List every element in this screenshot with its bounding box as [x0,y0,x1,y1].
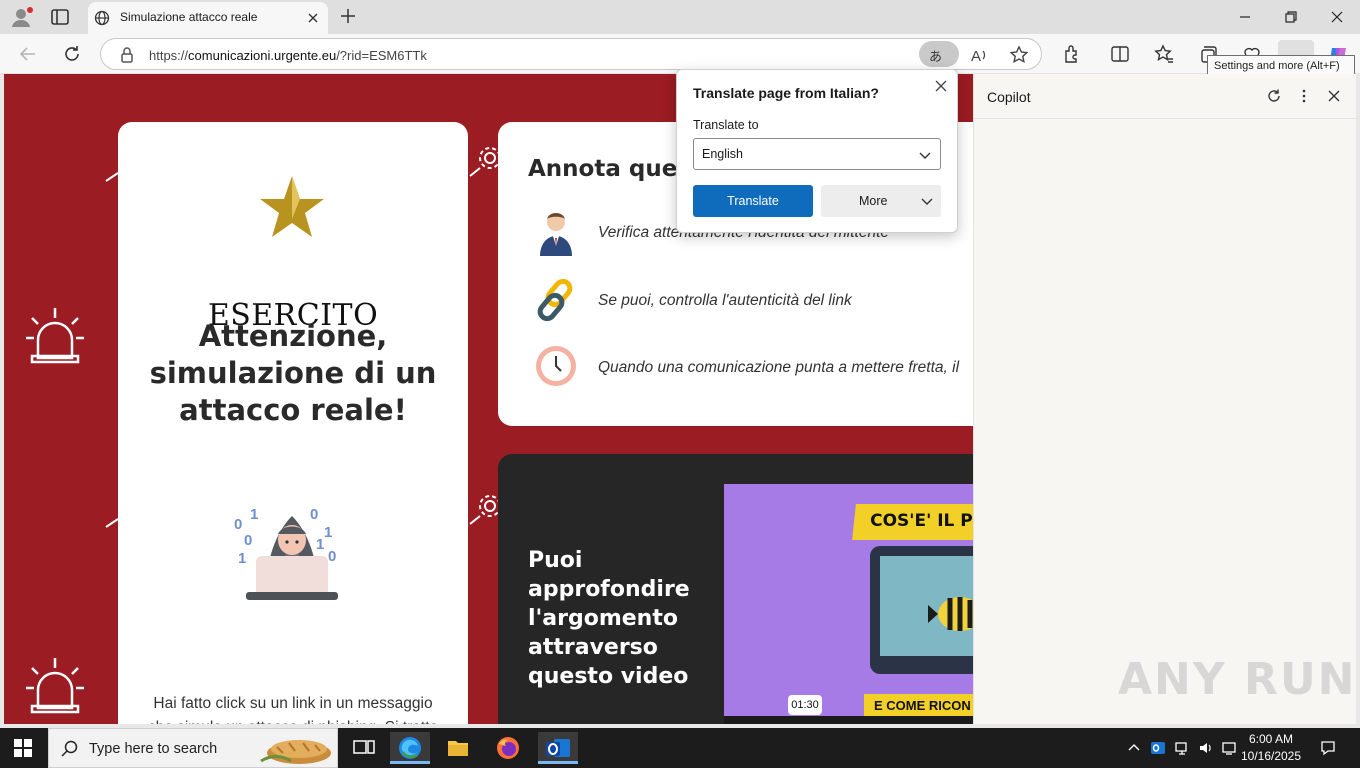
clock-time: 6:00 AM [1248,732,1294,746]
address-bar[interactable]: https://comunicazioni.urgente.eu/?rid=ES… [100,38,1042,70]
tip-text: Quando una comunicazione punta a mettere… [598,359,960,376]
video-controls [724,716,973,724]
tip-text: Se puoi, controlla l'autenticità del lin… [598,292,852,309]
more-button[interactable]: More [821,185,941,217]
binary-digit: 1 [238,550,247,567]
chevron-down-icon [918,148,932,162]
tab-title: Simulazione attacco reale [120,10,258,24]
extensions-icon[interactable] [1060,42,1084,66]
windows-start-icon[interactable] [14,739,32,757]
back-icon[interactable] [16,42,40,66]
outlook-icon[interactable] [538,732,578,764]
video-thumbnail[interactable]: COS'E' IL PH E COME RICON [724,484,973,724]
tab-bar: Simulazione attacco reale [0,0,1360,34]
binary-digit: 1 [250,506,259,523]
alert-title: Attenzione, simulazione di un attacco re… [149,319,437,427]
refresh-icon[interactable] [60,42,84,66]
close-icon[interactable] [933,78,949,94]
favorites-icon[interactable] [1152,42,1176,66]
video-duration: 01:30 [788,695,822,715]
browser-tab[interactable]: Simulazione attacco reale [88,2,328,34]
task-view-icon[interactable] [344,732,384,764]
minimize-icon[interactable] [1236,8,1254,26]
taskbar: Type here to search 6:00 AM 10/16/2025 [0,728,1360,768]
refresh-icon[interactable] [1266,88,1282,104]
bread-illustration-icon [257,731,337,767]
translate-icon[interactable]: あ [919,41,959,67]
language-select[interactable]: English [693,138,941,170]
profile-icon[interactable] [10,6,34,28]
close-tab-icon[interactable] [306,11,320,25]
copilot-header: Copilot [974,74,1357,119]
clock-date: 10/16/2025 [1240,749,1302,763]
video-card: Puoi approfondire l'argomento attraverso… [498,454,973,724]
translate-button[interactable]: Translate [693,185,813,217]
firefox-icon[interactable] [488,732,528,764]
translate-popup-title: Translate page from Italian? [693,85,879,101]
outlook-tray-icon[interactable] [1150,740,1166,756]
alert-card: ESERCITO Attenzione, simulazione di un a… [118,122,468,724]
url-text[interactable]: https://comunicazioni.urgente.eu/?rid=ES… [149,48,427,63]
clock-icon [532,342,580,390]
chevron-down-icon [921,195,933,207]
binary-digit: 0 [234,516,243,533]
video-banner: COS'E' IL PH [852,504,973,540]
chevron-up-icon[interactable] [1126,740,1142,756]
edge-taskbar-icon[interactable] [390,732,430,764]
file-explorer-icon[interactable] [438,732,478,764]
search-icon [61,740,79,758]
binary-digit: 0 [244,532,253,549]
video-banner: E COME RICON [864,694,973,718]
watermark: ANY RUN [1118,654,1357,705]
selected-language: English [702,147,743,161]
binary-digit: 0 [310,506,319,523]
split-screen-icon[interactable] [1108,42,1132,66]
binary-digit: 1 [324,524,333,541]
favorite-star-icon[interactable] [1007,43,1031,67]
browser-toolbar: https://comunicazioni.urgente.eu/?rid=ES… [0,34,1360,74]
chain-link-icon [532,276,580,324]
explanation-text: Hai fatto click su un link in un messagg… [148,695,438,724]
siren-icon [24,306,86,364]
network-icon[interactable] [1174,740,1190,756]
close-icon[interactable] [1326,88,1342,104]
hacker-illustration: 0 1 0 0 1 1 1 0 [232,494,352,604]
businessman-icon [532,208,580,256]
volume-icon[interactable] [1198,740,1214,756]
translate-popup: Translate page from Italian? Translate t… [676,69,958,233]
binary-digit: 0 [328,548,337,565]
tab-actions-icon[interactable] [50,8,70,26]
copilot-title: Copilot [987,89,1031,105]
taskbar-search[interactable]: Type here to search [48,728,338,768]
globe-icon [94,10,110,26]
close-window-icon[interactable] [1328,8,1346,26]
read-aloud-icon[interactable]: A [967,43,991,67]
restore-icon[interactable] [1282,8,1300,26]
notifications-icon[interactable] [1320,740,1336,756]
search-placeholder: Type here to search [89,741,218,757]
more-options-icon[interactable] [1296,88,1312,104]
star-logo-icon [259,174,325,240]
siren-icon [24,656,86,714]
new-tab-icon[interactable] [340,8,356,24]
binary-digit: 1 [316,536,325,553]
monitor-illustration [870,546,973,674]
video-caption: Puoi approfondire l'argomento attraverso… [528,548,690,689]
lock-icon[interactable] [115,43,139,67]
translate-to-label: Translate to [693,118,759,132]
system-clock[interactable]: 6:00 AM 10/16/2025 [1236,731,1306,765]
svg-text:A: A [971,48,981,65]
copilot-panel: Copilot ANY RUN [973,74,1357,724]
